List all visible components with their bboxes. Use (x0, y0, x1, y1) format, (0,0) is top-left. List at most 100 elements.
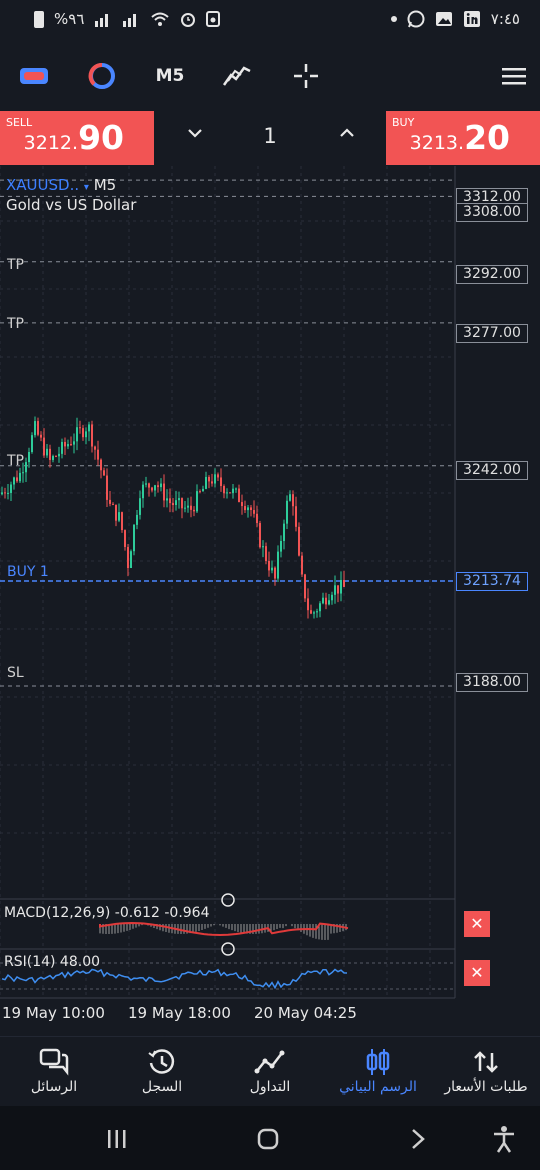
volume-input[interactable]: 1 (250, 124, 290, 148)
decrease-volume-button[interactable] (180, 123, 210, 153)
candle-body (73, 441, 75, 445)
candle-body (136, 514, 138, 525)
candle-body (190, 505, 192, 510)
back-icon[interactable] (408, 1127, 428, 1151)
chart-icon (366, 1049, 390, 1075)
candle-body (82, 428, 84, 438)
home-icon[interactable] (256, 1127, 280, 1151)
candle-body (283, 523, 285, 542)
macd-signal-line (99, 921, 349, 937)
symbols-icon (20, 68, 48, 84)
candle-body (181, 498, 183, 509)
candle-body (226, 492, 228, 494)
history-icon (148, 1049, 175, 1074)
macd-label: MACD(12,26,9) -0.612 -0.964 (4, 905, 210, 921)
crosshair-button[interactable] (290, 58, 322, 94)
candle-body (184, 507, 186, 509)
candle-body (7, 492, 9, 494)
candle-body (220, 477, 222, 487)
buy-button[interactable]: BUY 3213.20 (386, 111, 540, 165)
candle-body (46, 448, 48, 456)
menu-button[interactable] (498, 58, 530, 94)
candle-body (337, 585, 339, 594)
chevron-up-icon (340, 128, 354, 137)
candle-body (271, 567, 273, 571)
candle-body (43, 437, 45, 456)
candle-body (208, 476, 210, 482)
position-line-label[interactable]: BUY 1 (7, 564, 49, 580)
symbol-label[interactable]: XAUUSD.. ▾ M5 (6, 176, 116, 194)
candle-body (241, 502, 243, 507)
sell-price-big: 90 (78, 118, 124, 157)
symbols-button[interactable] (18, 58, 50, 94)
recents-icon[interactable] (106, 1128, 128, 1150)
close-macd-button[interactable]: ✕ (464, 911, 490, 937)
candle-body (292, 494, 294, 507)
candle-body (340, 580, 342, 594)
candle-body (64, 441, 66, 447)
candle-body (91, 424, 93, 447)
candle-body (142, 484, 144, 499)
accessibility-icon[interactable] (492, 1125, 516, 1153)
candle-body (4, 492, 6, 494)
candle-body (70, 444, 72, 446)
sell-button[interactable]: SELL 3212.90 (0, 111, 154, 165)
candle-body (133, 524, 135, 552)
candle-body (124, 530, 126, 547)
candle-body (202, 488, 204, 492)
candle-body (325, 597, 327, 605)
price-chart[interactable]: XAUUSD.. ▾ M5 Gold vs US Dollar 3312.00 … (0, 166, 540, 1036)
chevron-down-icon (188, 129, 202, 138)
tp-line-label[interactable]: TP (7, 316, 24, 332)
notification-dot-icon (390, 16, 397, 22)
crosshair-icon (294, 64, 318, 88)
candle-body (235, 488, 237, 490)
increase-volume-button[interactable] (332, 123, 362, 153)
candle-body (319, 603, 321, 612)
candle-body (259, 523, 261, 548)
candle-body (94, 446, 96, 450)
chart-toolbar: M5 (0, 44, 540, 110)
candle-body (310, 610, 312, 614)
candle-body (166, 498, 168, 501)
candle-body (160, 483, 162, 488)
candle-body (328, 600, 330, 605)
time-axis-label: 19 May 10:00 (2, 1004, 105, 1022)
sl-line-label[interactable]: SL (7, 665, 24, 681)
candle-body (268, 560, 270, 571)
candle-body (280, 541, 282, 552)
candle-body (151, 487, 153, 491)
nav-quotes[interactable]: طلبات الأسعار (432, 1037, 540, 1107)
gallery-icon (435, 12, 452, 26)
candle-body (67, 444, 69, 447)
position-price-label: 3213.74 (456, 572, 528, 591)
candle-body (79, 427, 81, 429)
timeframe-button[interactable]: M5 (150, 58, 190, 94)
nav-messages[interactable]: الرسائل (0, 1037, 108, 1107)
nav-chart[interactable]: الرسم البياني (324, 1037, 432, 1107)
system-navigation-bar (0, 1106, 540, 1170)
nav-trade[interactable]: التداول (216, 1037, 324, 1107)
candle-body (1, 492, 3, 495)
close-rsi-button[interactable]: ✕ (464, 960, 490, 986)
candle-body (25, 462, 27, 473)
candle-body (322, 597, 324, 604)
indicators-button[interactable] (220, 58, 254, 94)
tp-line-label[interactable]: TP (7, 257, 24, 273)
candle-body (49, 448, 51, 460)
rsi-label: RSI(14) 48.00 (4, 954, 101, 970)
candle-body (10, 484, 12, 493)
candle-body (19, 472, 21, 482)
candle-body (112, 503, 114, 505)
candle-body (205, 476, 207, 489)
candle-body (130, 551, 132, 569)
candle-body (178, 498, 180, 501)
nav-trade-label: التداول (249, 1079, 291, 1095)
candle-body (55, 456, 57, 458)
chart-type-button[interactable] (86, 58, 118, 94)
candle-body (163, 483, 165, 501)
tp-price-label: 3292.00 (456, 265, 528, 284)
nav-history[interactable]: السجل (108, 1037, 216, 1107)
candle-body (31, 435, 33, 453)
tp-line-label[interactable]: TP (7, 453, 24, 469)
